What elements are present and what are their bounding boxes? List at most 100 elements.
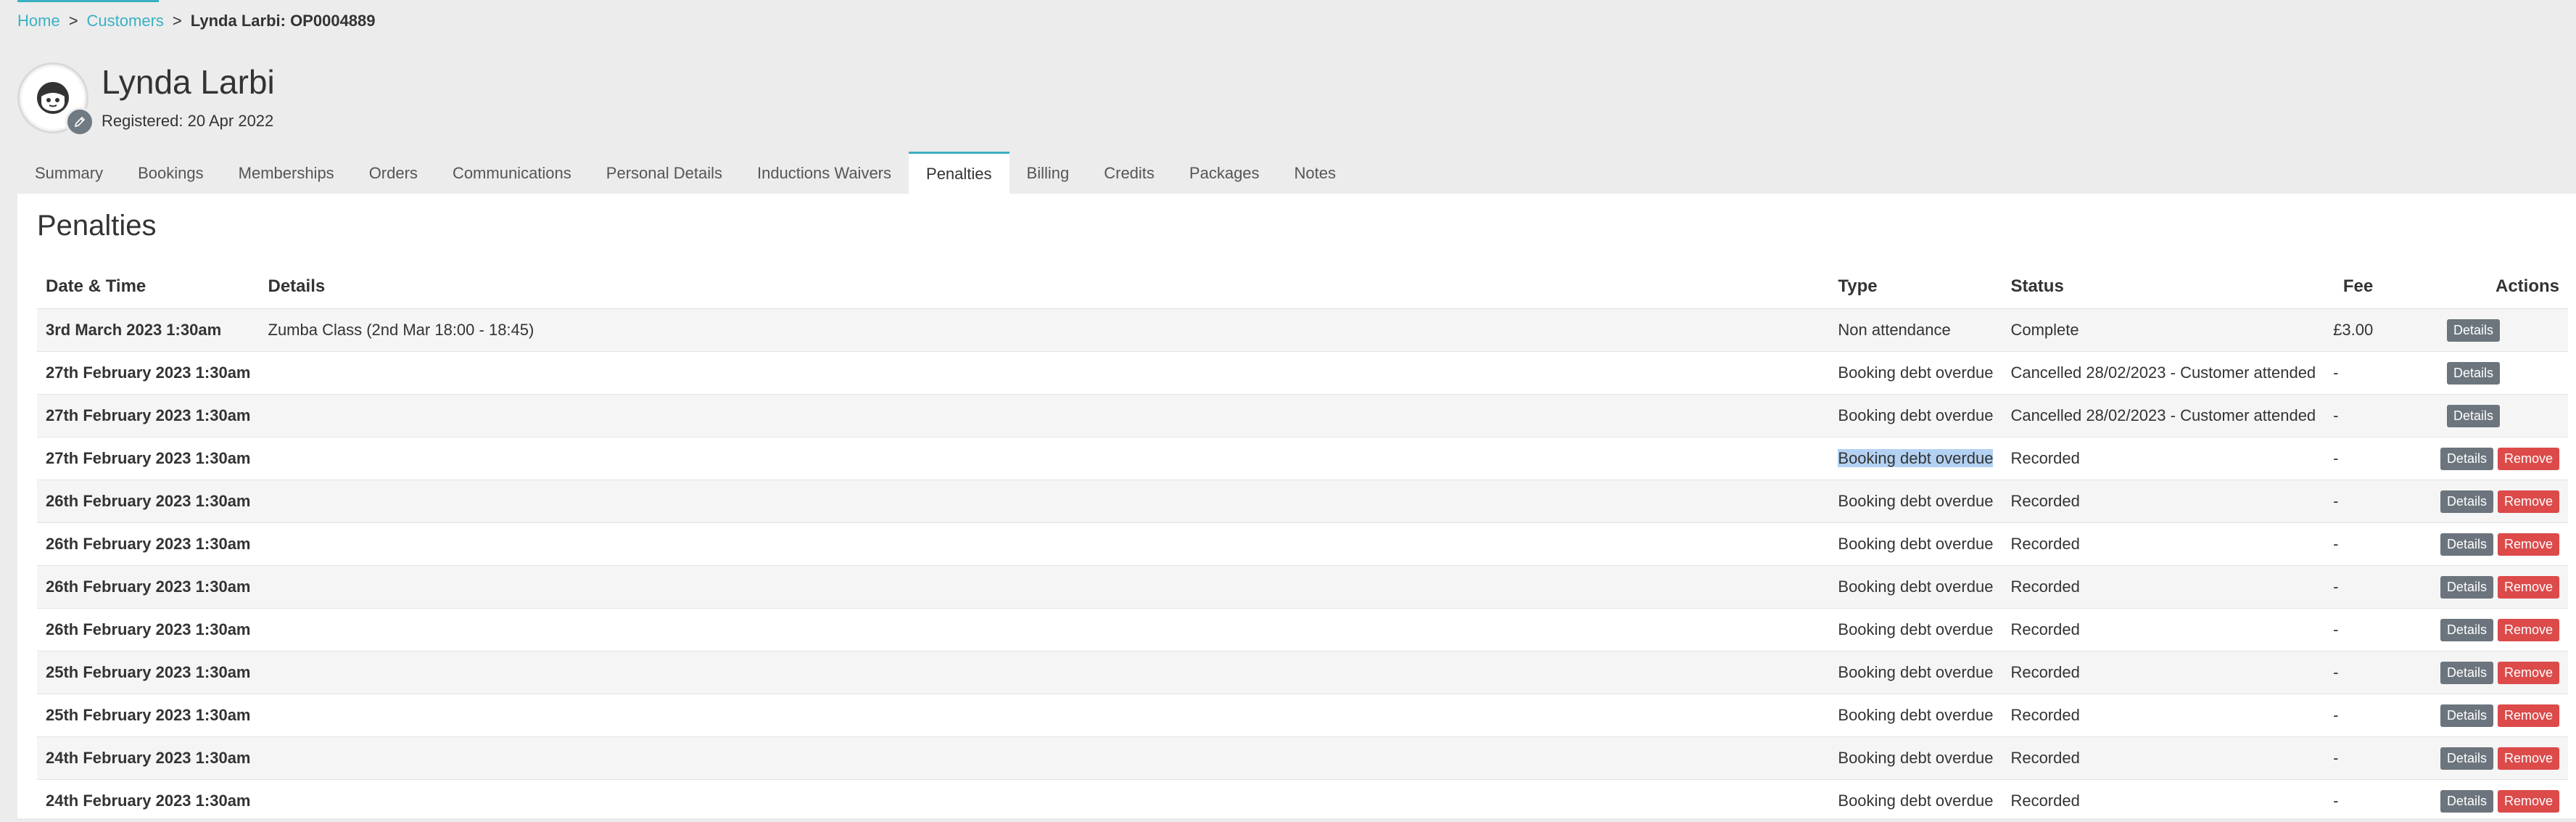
details-button[interactable]: Details	[2440, 747, 2493, 770]
cell-type: Booking debt overdue	[1829, 566, 2002, 609]
penalties-table-body: 3rd March 2023 1:30amZumba Class (2nd Ma…	[37, 309, 2568, 822]
details-button[interactable]: Details	[2447, 362, 2500, 385]
cell-actions: Details	[2382, 395, 2568, 437]
cell-status: Recorded	[2002, 737, 2324, 780]
tab-memberships[interactable]: Memberships	[221, 154, 352, 192]
cell-type-text: Booking debt overdue	[1838, 535, 1993, 553]
details-button[interactable]: Details	[2440, 790, 2493, 813]
cell-date-text: 26th February 2023 1:30am	[46, 620, 251, 638]
cell-actions: DetailsRemove	[2382, 437, 2568, 480]
cell-type-text: Non attendance	[1838, 321, 1950, 339]
details-button[interactable]: Details	[2440, 619, 2493, 641]
cell-fee: -	[2324, 437, 2382, 480]
page-title: Penalties	[37, 210, 157, 242]
cell-type-text: Booking debt overdue	[1838, 363, 1993, 382]
cell-fee: -	[2324, 480, 2382, 523]
cell-date: 25th February 2023 1:30am	[37, 652, 260, 694]
remove-button[interactable]: Remove	[2498, 490, 2559, 513]
cell-fee-text: -	[2333, 663, 2338, 681]
remove-button[interactable]: Remove	[2498, 662, 2559, 684]
cell-details	[260, 437, 1830, 480]
cell-date: 25th February 2023 1:30am	[37, 694, 260, 737]
tab-billing[interactable]: Billing	[1010, 154, 1087, 192]
cell-date-text: 24th February 2023 1:30am	[46, 792, 251, 810]
tab-packages[interactable]: Packages	[1172, 154, 1277, 192]
cell-actions: DetailsRemove	[2382, 780, 2568, 822]
cell-actions: DetailsRemove	[2382, 566, 2568, 609]
cell-fee: -	[2324, 523, 2382, 566]
table-row: 27th February 2023 1:30amBooking debt ov…	[37, 395, 2568, 437]
cell-date: 3rd March 2023 1:30am	[37, 309, 260, 352]
table-row: 25th February 2023 1:30amBooking debt ov…	[37, 652, 2568, 694]
details-button[interactable]: Details	[2447, 405, 2500, 427]
cell-status-text: Recorded	[2010, 706, 2079, 724]
tab-communications[interactable]: Communications	[435, 154, 589, 192]
cell-fee-text: -	[2333, 792, 2338, 810]
breadcrumb-customers-link[interactable]: Customers	[87, 12, 164, 30]
cell-date-text: 26th February 2023 1:30am	[46, 535, 251, 553]
cell-date-text: 24th February 2023 1:30am	[46, 749, 251, 767]
tab-personal-details[interactable]: Personal Details	[589, 154, 740, 192]
cell-status: Recorded	[2002, 480, 2324, 523]
remove-button[interactable]: Remove	[2498, 533, 2559, 556]
cell-details	[260, 652, 1830, 694]
cell-date: 27th February 2023 1:30am	[37, 352, 260, 395]
cell-type-text: Booking debt overdue	[1838, 749, 1993, 767]
cell-actions: DetailsRemove	[2382, 609, 2568, 652]
cell-actions: Details	[2382, 352, 2568, 395]
remove-button[interactable]: Remove	[2498, 747, 2559, 770]
cell-status-text: Recorded	[2010, 663, 2079, 681]
breadcrumb-home-link[interactable]: Home	[17, 12, 60, 30]
top-accent-bar	[17, 0, 159, 2]
cell-fee: -	[2324, 395, 2382, 437]
tab-inductions-waivers[interactable]: Inductions Waivers	[740, 154, 909, 192]
cell-type: Booking debt overdue	[1829, 395, 2002, 437]
details-button[interactable]: Details	[2440, 662, 2493, 684]
details-button[interactable]: Details	[2440, 448, 2493, 470]
table-row: 24th February 2023 1:30am Booking debt ov…	[37, 780, 2568, 822]
cell-type-text: Booking debt overdue	[1838, 492, 1993, 510]
cell-fee: -	[2324, 737, 2382, 780]
cell-details	[260, 523, 1830, 566]
column-header-actions: Actions	[2382, 265, 2568, 309]
table-row: 27th February 2023 1:30am Booking debt ov…	[37, 352, 2568, 395]
remove-button[interactable]: Remove	[2498, 790, 2559, 813]
user-face-icon	[36, 81, 70, 115]
cell-status: Cancelled 28/02/2023 - Customer attended	[2002, 395, 2324, 437]
tab-bookings[interactable]: Bookings	[120, 154, 221, 192]
details-button[interactable]: Details	[2440, 533, 2493, 556]
remove-button[interactable]: Remove	[2498, 576, 2559, 599]
tab-notes[interactable]: Notes	[1277, 154, 1353, 192]
details-button[interactable]: Details	[2440, 490, 2493, 513]
cell-details	[260, 480, 1830, 523]
cell-fee-text: -	[2333, 620, 2338, 638]
cell-type: Booking debt overdue	[1829, 780, 2002, 822]
cell-status: Recorded	[2002, 566, 2324, 609]
tab-orders[interactable]: Orders	[352, 154, 435, 192]
cell-status: Cancelled 28/02/2023 - Customer attended	[2002, 352, 2324, 395]
cell-actions: DetailsRemove	[2382, 523, 2568, 566]
edit-avatar-button[interactable]	[65, 107, 94, 136]
breadcrumb: Home>Customers>Lynda Larbi: OP0004889	[17, 12, 376, 30]
cell-details	[260, 352, 1830, 395]
cell-status: Recorded	[2002, 780, 2324, 822]
cell-status-text: Recorded	[2010, 792, 2079, 810]
details-button[interactable]: Details	[2440, 576, 2493, 599]
cell-type: Booking debt overdue	[1829, 437, 2002, 480]
penalties-panel: Penalties Date & Time Details Type Statu…	[17, 194, 2576, 818]
tab-summary[interactable]: Summary	[17, 154, 120, 192]
breadcrumb-separator: >	[173, 12, 182, 30]
remove-button[interactable]: Remove	[2498, 619, 2559, 641]
cell-status-text: Recorded	[2010, 449, 2079, 467]
cell-fee: £3.00	[2324, 309, 2382, 352]
tab-penalties[interactable]: Penalties	[909, 152, 1010, 194]
cell-fee: -	[2324, 352, 2382, 395]
details-button[interactable]: Details	[2447, 319, 2500, 342]
cell-date: 26th February 2023 1:30am	[37, 566, 260, 609]
penalties-table: Date & Time Details Type Status Fee Acti…	[37, 265, 2568, 822]
details-button[interactable]: Details	[2440, 704, 2493, 727]
tab-credits[interactable]: Credits	[1086, 154, 1172, 192]
remove-button[interactable]: Remove	[2498, 704, 2559, 727]
remove-button[interactable]: Remove	[2498, 448, 2559, 470]
cell-status: Recorded	[2002, 652, 2324, 694]
